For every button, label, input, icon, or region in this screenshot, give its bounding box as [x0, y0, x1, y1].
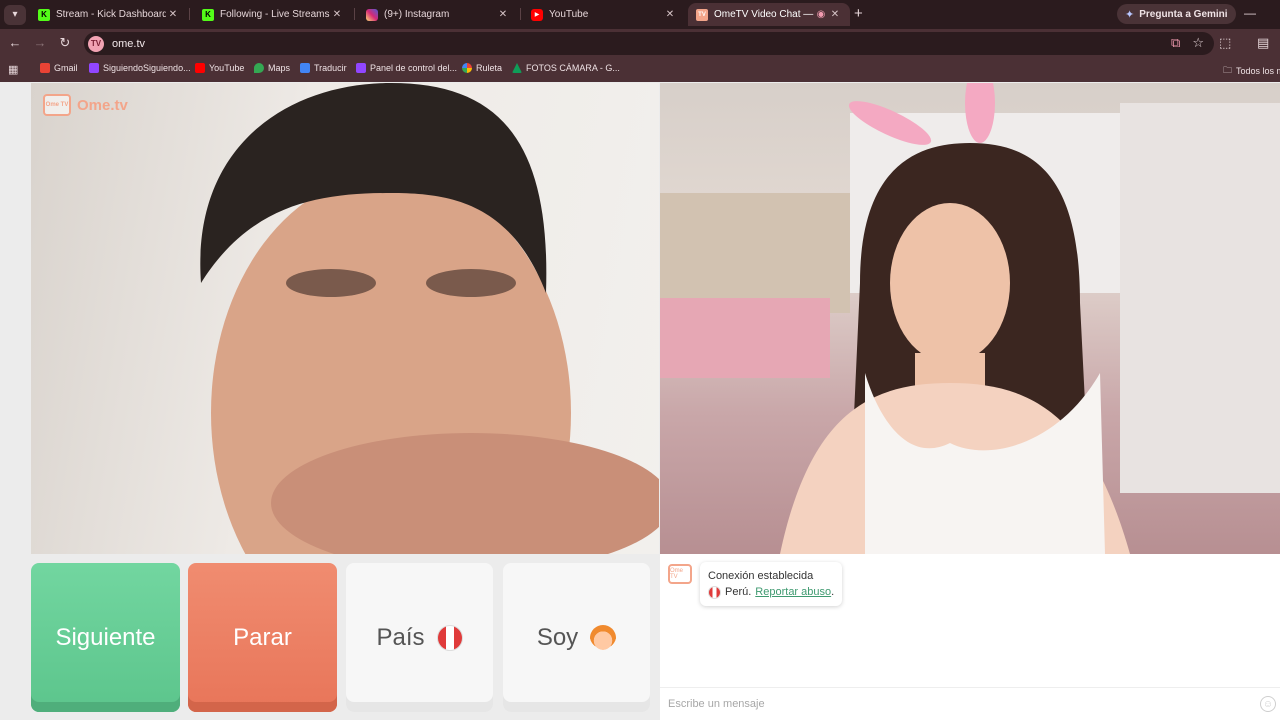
chat-panel: Ome TV Conexión establecida Perú. Report… — [660, 554, 1280, 720]
twitch-icon — [89, 63, 99, 73]
bookmark-fotos[interactable]: FOTOS CÁMARA - G... — [512, 63, 620, 73]
gemini-label: Pregunta a Gemini — [1139, 8, 1228, 20]
stop-label: Parar — [233, 623, 292, 651]
close-icon[interactable]: ✕ — [828, 9, 842, 20]
tv-icon: Ome TV — [43, 94, 71, 116]
country-button[interactable]: País — [346, 563, 493, 712]
gmail-icon — [40, 63, 50, 73]
address-bar[interactable]: TV ome.tv ⧉ ☆ — [84, 32, 1214, 55]
ometv-icon: TV — [696, 8, 708, 21]
tab-kick-following[interactable]: K Following - Live Streams on Kick ✕ — [194, 3, 352, 26]
instagram-icon — [366, 8, 378, 21]
bookmark-translate[interactable]: Traducir — [300, 63, 347, 73]
tab-kick-dashboard[interactable]: K Stream - Kick Dashboard ✕ — [30, 3, 188, 26]
remote-video — [660, 83, 1280, 554]
tab-divider — [520, 8, 521, 20]
tab-instagram[interactable]: (9+) Instagram ✕ — [358, 3, 518, 26]
tab-label: YouTube — [549, 9, 589, 20]
emoji-icon[interactable]: ☺ — [1260, 696, 1276, 712]
url-text: ome.tv — [112, 37, 146, 50]
star-icon[interactable]: ☆ — [1192, 35, 1204, 51]
new-tab-button[interactable]: + — [854, 5, 863, 22]
ometv-page: Ome TV Ome.tv Siguiente Parar País Soy O… — [0, 83, 1280, 720]
bookmark-panel[interactable]: Panel de control del... — [356, 63, 457, 73]
message-input[interactable]: Escribe un mensaje ☺ — [660, 687, 1280, 720]
peru-flag-icon — [708, 585, 721, 599]
cast-icon[interactable]: ⧉ — [1171, 35, 1180, 51]
local-video-feed — [200, 83, 659, 554]
tab-divider — [354, 8, 355, 20]
extensions-icon[interactable]: ⬚ — [1219, 35, 1231, 51]
minimize-icon[interactable]: — — [1244, 6, 1256, 20]
youtube-icon: ▶ — [531, 8, 543, 21]
browser-toolbar: ← → ↻ TV ome.tv ⧉ ☆ ⬚ ▤ — [0, 29, 1280, 58]
remote-video-feed — [660, 83, 1280, 554]
gemini-button[interactable]: ✦ Pregunta a Gemini — [1117, 4, 1236, 24]
message-placeholder: Escribe un mensaje — [668, 698, 765, 710]
bookmark-youtube[interactable]: YouTube — [195, 63, 244, 73]
close-icon[interactable]: ✕ — [496, 9, 510, 20]
tab-label: (9+) Instagram — [384, 9, 450, 20]
chevron-down-icon: ▾ — [12, 9, 18, 20]
next-button[interactable]: Siguiente — [31, 563, 180, 712]
tab-label: Stream - Kick Dashboard — [56, 9, 166, 20]
ometv-chat-icon: Ome TV — [668, 564, 692, 584]
tab-ometv[interactable]: TV OmeTV Video Chat — OmeTV ◉ ✕ — [688, 3, 850, 26]
next-label: Siguiente — [55, 623, 156, 651]
gender-button[interactable]: Soy — [503, 563, 650, 712]
site-info-icon[interactable]: TV — [88, 35, 104, 52]
peru-flag-icon — [436, 624, 463, 651]
apps-grid-icon[interactable]: ▦ — [8, 63, 18, 76]
report-abuse-link[interactable]: Reportar abuso — [755, 584, 831, 600]
back-icon[interactable]: ← — [6, 35, 24, 50]
drive-icon — [512, 63, 522, 73]
kick-icon: K — [38, 8, 50, 21]
reload-icon[interactable]: ↻ — [56, 35, 74, 51]
forward-icon[interactable]: → — [31, 35, 49, 50]
ometv-logo: Ome TV Ome.tv — [43, 94, 128, 116]
logo-text: Ome.tv — [77, 96, 128, 114]
tab-divider — [189, 8, 190, 20]
partner-country: Perú. — [725, 586, 752, 598]
bookmark-ruleta[interactable]: Ruleta — [462, 63, 502, 73]
bookmark-maps[interactable]: Maps — [254, 63, 290, 73]
report-suffix: . — [831, 586, 835, 598]
message-bubble: Conexión establecida Perú. Reportar abus… — [700, 562, 843, 606]
gemini-sparkle-icon: ✦ — [1125, 8, 1135, 21]
woman-emoji-icon — [590, 624, 617, 651]
bookmark-gmail[interactable]: Gmail — [40, 63, 78, 73]
tab-youtube[interactable]: ▶ YouTube ✕ — [523, 3, 685, 26]
folder-icon: 🗀 — [1223, 65, 1233, 75]
tab-search-button[interactable]: ▾ — [4, 4, 26, 25]
connection-status: Conexión establecida — [708, 570, 814, 582]
tab-label: OmeTV Video Chat — OmeTV — [714, 9, 814, 20]
maps-icon — [254, 63, 264, 73]
close-icon[interactable]: ✕ — [166, 9, 180, 20]
tab-label: Following - Live Streams on Kick — [220, 9, 330, 20]
close-icon[interactable]: ✕ — [330, 9, 344, 20]
all-bookmarks[interactable]: 🗀 Todos los m — [1223, 63, 1280, 79]
bookmarks-bar: ▦ Gmail SiguiendoSiguiendo... YouTube Ma… — [0, 58, 1280, 82]
recording-icon: ◉ — [816, 9, 826, 20]
gender-label: Soy — [536, 623, 579, 651]
local-video — [31, 83, 659, 554]
stop-button[interactable]: Parar — [188, 563, 337, 712]
close-icon[interactable]: ✕ — [663, 9, 677, 20]
browser-tab-bar: ▾ K Stream - Kick Dashboard ✕ K Followin… — [0, 0, 1280, 29]
country-label: País — [376, 623, 425, 651]
translate-icon — [300, 63, 310, 73]
youtube-icon — [195, 63, 205, 73]
sidebar-icon[interactable]: ▤ — [1257, 35, 1269, 51]
twitch-icon — [356, 63, 366, 73]
system-message: Ome TV Conexión establecida Perú. Report… — [668, 562, 843, 606]
kick-icon: K — [202, 8, 214, 21]
wheel-icon — [462, 63, 472, 73]
bookmark-twitch[interactable]: SiguiendoSiguiendo... — [89, 63, 191, 73]
